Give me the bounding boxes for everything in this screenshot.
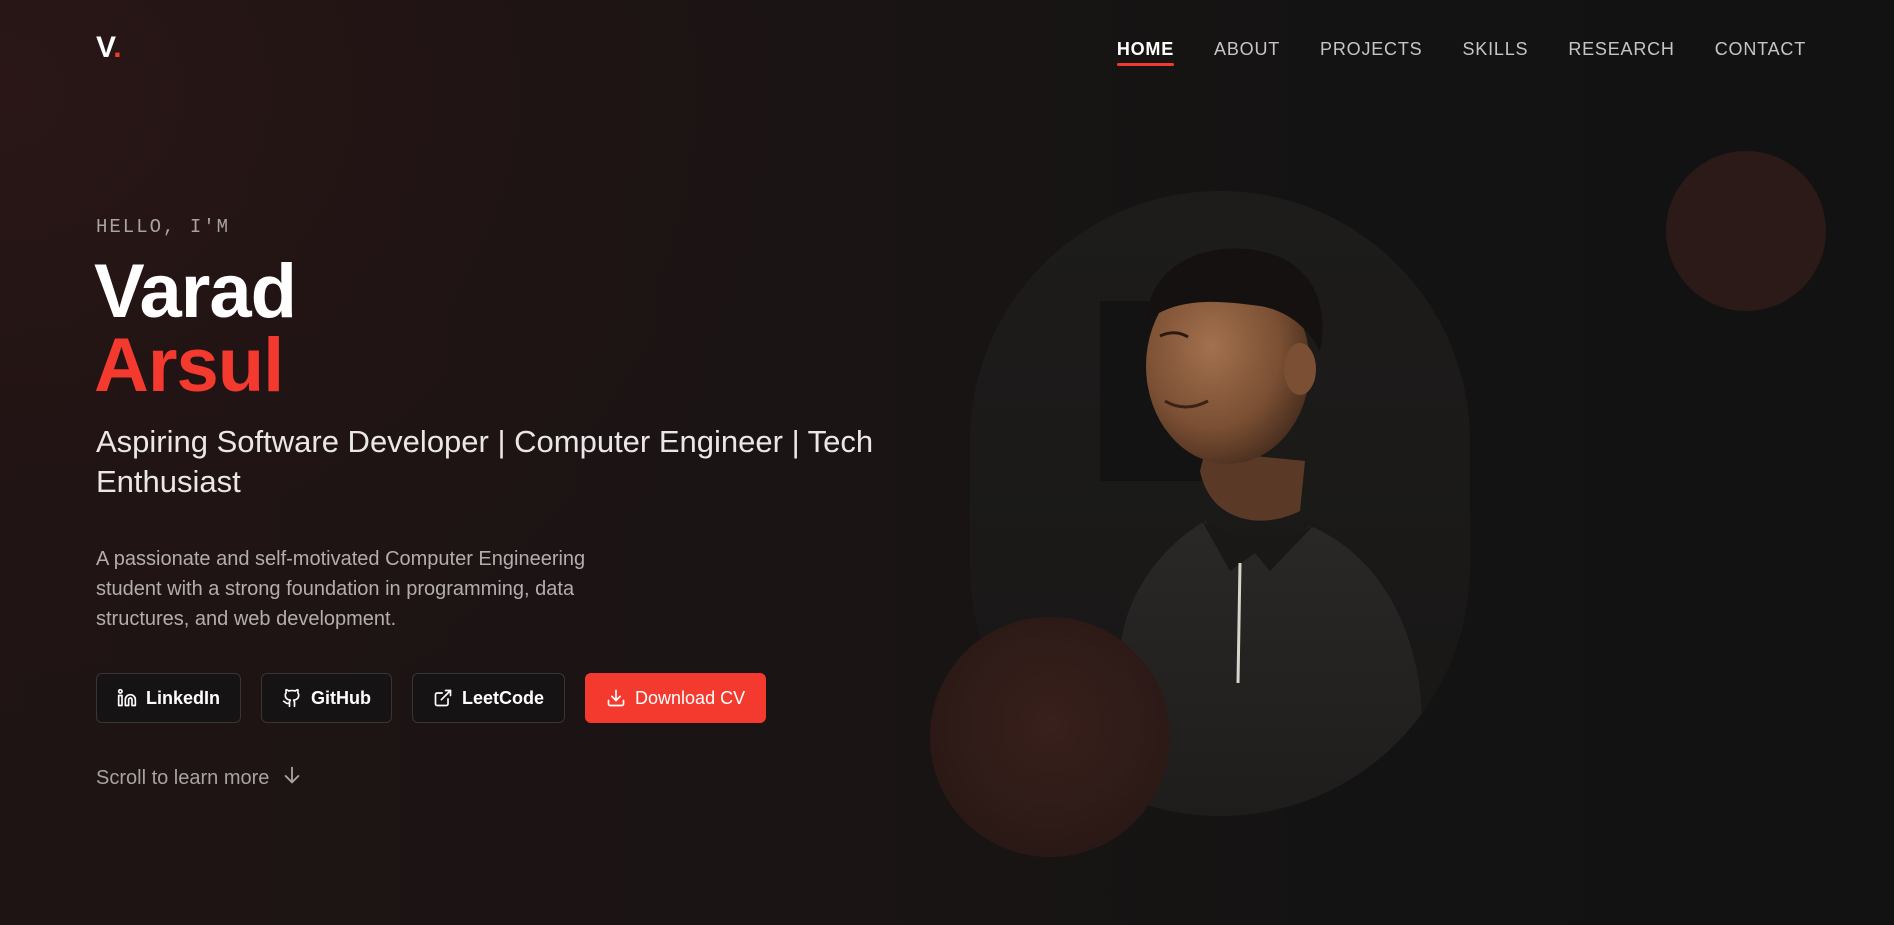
github-icon (282, 688, 302, 708)
decorative-circle-top (1666, 151, 1826, 311)
nav-contact[interactable]: CONTACT (1715, 38, 1806, 66)
nav-about[interactable]: ABOUT (1214, 38, 1280, 66)
hero-description: A passionate and self-motivated Computer… (96, 548, 586, 630)
nav-skills[interactable]: SKILLS (1462, 38, 1528, 66)
linkedin-label: LinkedIn (146, 687, 221, 708)
site-logo[interactable]: V. (96, 30, 122, 66)
arrow-down-icon (281, 764, 303, 792)
decorative-circle-bottom (930, 617, 1170, 857)
download-cv-label: Download CV (635, 687, 746, 708)
scroll-label: Scroll to learn more (96, 766, 270, 789)
leetcode-label: LeetCode (462, 687, 545, 708)
nav-home[interactable]: HOME (1116, 38, 1175, 66)
logo-dot: . (113, 31, 122, 64)
main-nav: HOME ABOUT PROJECTS SKILLS RESEARCH CONT… (1116, 38, 1806, 66)
download-icon (606, 688, 626, 708)
nav-projects[interactable]: PROJECTS (1320, 38, 1422, 66)
linkedin-icon (117, 688, 137, 708)
hero-subtitle: Aspiring Software Developer | Computer E… (96, 424, 874, 499)
scroll-indicator[interactable]: Scroll to learn more (96, 764, 303, 792)
nav-research[interactable]: RESEARCH (1568, 38, 1674, 66)
hero-buttons: LinkedIn GitHub LeetCode Download CV (96, 673, 767, 723)
github-button[interactable]: GitHub (261, 673, 393, 723)
leetcode-button[interactable]: LeetCode (412, 673, 566, 723)
linkedin-button[interactable]: LinkedIn (96, 673, 242, 723)
download-cv-button[interactable]: Download CV (585, 673, 767, 723)
external-link-icon (433, 688, 453, 708)
hero-greeting: HELLO, I'M (96, 216, 231, 238)
hero-first-name: Varad (94, 249, 297, 334)
github-label: GitHub (311, 687, 372, 708)
logo-letter: V (96, 31, 114, 64)
hero-last-name: Arsul (94, 323, 284, 408)
